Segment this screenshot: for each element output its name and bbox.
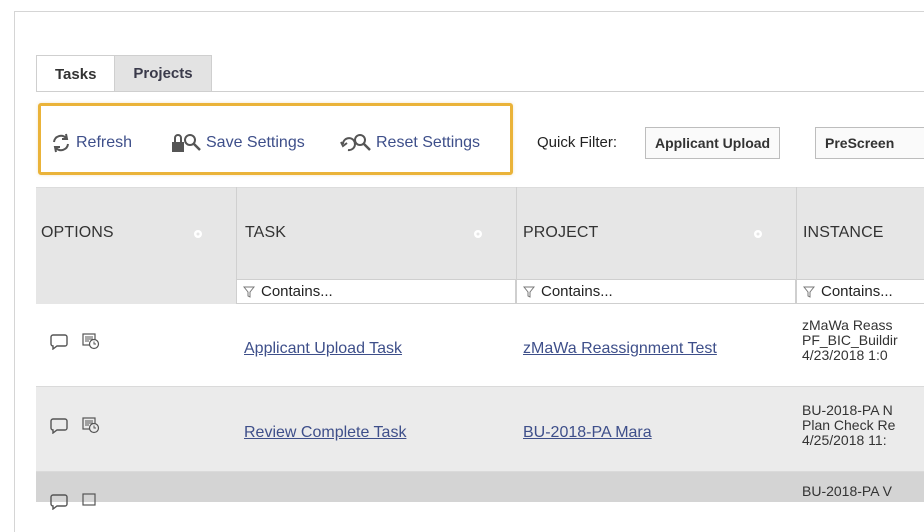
lock-search-icon [172,134,201,152]
filter-row-options [36,279,236,304]
refresh-icon [53,133,69,153]
project-link[interactable]: BU-2018-PA Mara [523,424,652,442]
tab-projects[interactable]: Projects [114,55,212,91]
refresh-button[interactable]: Refresh [50,131,132,155]
column-divider [796,187,797,279]
instance-filter-input[interactable]: Contains... [796,279,924,304]
column-header-instance[interactable]: INSTANCE [803,224,884,242]
instance-cell: zMaWa Reass PF_BIC_Buildir 4/23/2018 1:0 [802,318,922,363]
quick-filter-applicant-upload[interactable]: Applicant Upload [645,127,781,159]
gear-icon[interactable] [472,228,484,240]
project-link[interactable]: zMaWa Reassignment Test [523,340,717,358]
project-filter-input[interactable]: Contains... [516,279,796,304]
task-filter-input[interactable]: Contains... [236,279,516,304]
reset-settings-button[interactable]: Reset Settings [340,131,480,155]
instance-line: BU-2018-PA V [802,484,893,499]
instance-line: 4/25/2018 11: [802,432,887,448]
task-link[interactable]: Applicant Upload Task [244,340,402,358]
task-link[interactable]: Review Complete Task [244,424,406,442]
quick-filter-label: Quick Filter: [537,134,618,151]
refresh-label: Refresh [76,134,133,151]
column-header-options[interactable]: OPTIONS [41,224,114,242]
column-divider [236,187,237,279]
save-settings-label: Save Settings [206,134,305,151]
column-header-task[interactable]: TASK [245,224,286,242]
gear-icon[interactable] [192,228,204,240]
comment-icon[interactable] [50,494,68,510]
table-row[interactable] [36,304,924,386]
instance-line: zMaWa Reass [802,318,893,333]
filter-icon [803,286,815,298]
instance-line: 4/23/2018 1:0 [802,347,888,363]
instance-line: Plan Check Re [802,417,896,433]
calendar-clock-icon[interactable] [82,416,100,434]
comment-icon[interactable] [50,418,68,434]
reset-settings-label: Reset Settings [376,134,481,151]
filter-placeholder: Contains... [541,283,613,300]
instance-cell: BU-2018-PA V [802,484,922,499]
tab-bar: Tasks Projects [36,55,212,92]
quick-filter-prescreen[interactable]: PreScreen [815,127,924,159]
column-header-project[interactable]: PROJECT [523,224,598,242]
calendar-clock-icon[interactable] [82,332,100,350]
filter-icon [243,286,255,298]
column-divider [516,187,517,279]
reset-search-icon [340,134,371,152]
filter-placeholder: Contains... [261,283,333,300]
calendar-clock-icon[interactable] [82,492,100,510]
instance-line: BU-2018-PA N [802,403,893,418]
table-row[interactable] [36,387,924,471]
comment-icon[interactable] [50,334,68,350]
filter-placeholder: Contains... [821,283,893,300]
gear-icon[interactable] [752,228,764,240]
tab-divider [36,91,924,92]
table-row[interactable] [36,472,924,502]
instance-line: PF_BIC_Buildir [802,332,898,348]
tab-tasks[interactable]: Tasks [36,55,116,92]
instance-cell: BU-2018-PA N Plan Check Re 4/25/2018 11: [802,403,922,448]
save-settings-button[interactable]: Save Settings [170,131,305,155]
filter-icon [523,286,535,298]
